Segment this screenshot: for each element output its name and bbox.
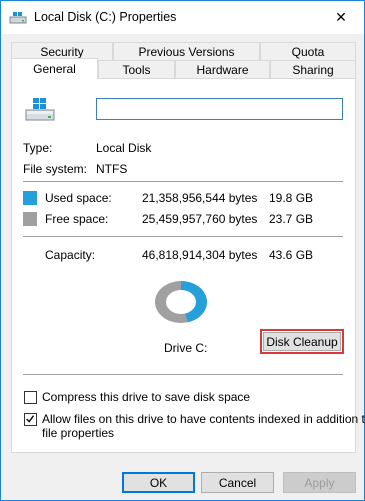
free-space-swatch <box>23 212 37 226</box>
drive-name-input[interactable] <box>96 98 343 120</box>
type-label: Type: <box>23 141 53 155</box>
disk-cleanup-button[interactable]: Disk Cleanup <box>260 329 344 354</box>
free-space-gb: 23.7 GB <box>269 212 314 226</box>
index-checkbox[interactable] <box>24 413 37 426</box>
capacity-bytes: 46,818,914,304 bytes <box>142 248 258 262</box>
used-space-bytes: 21,358,956,544 bytes <box>142 191 258 205</box>
index-label-line1: Allow files on this drive to have conten… <box>42 412 365 426</box>
window-title: Local Disk (C:) Properties <box>34 10 177 24</box>
file-system-label: File system: <box>23 162 88 176</box>
free-space-bytes: 25,459,957,760 bytes <box>142 212 258 226</box>
tab-sharing[interactable]: Sharing <box>270 60 356 79</box>
divider <box>23 181 343 182</box>
donut-hole <box>166 290 196 314</box>
checkmark-icon <box>26 415 35 423</box>
tab-hardware[interactable]: Hardware <box>175 60 270 79</box>
tab-previous-versions[interactable]: Previous Versions <box>113 42 260 61</box>
capacity-gb: 43.6 GB <box>269 248 314 262</box>
divider <box>23 374 343 375</box>
drive-icon <box>9 12 27 24</box>
apply-button[interactable]: Apply <box>283 472 356 493</box>
tab-row-front: General Tools Hardware Sharing <box>11 58 356 79</box>
compress-checkbox[interactable] <box>24 391 37 404</box>
capacity-label: Capacity: <box>45 248 96 262</box>
local-disk-icon <box>25 98 55 121</box>
divider <box>23 236 343 237</box>
properties-window: Local Disk (C:) Properties ✕ Security Pr… <box>0 0 365 501</box>
index-label-line2: file properties <box>42 426 115 440</box>
tab-tools[interactable]: Tools <box>98 60 175 79</box>
close-icon: ✕ <box>335 9 347 25</box>
free-space-label: Free space: <box>45 212 109 226</box>
used-space-swatch <box>23 191 37 205</box>
used-space-label: Used space: <box>45 191 112 205</box>
close-button[interactable]: ✕ <box>318 1 364 34</box>
type-value: Local Disk <box>96 141 152 155</box>
cancel-button[interactable]: Cancel <box>201 472 274 493</box>
used-space-gb: 19.8 GB <box>269 191 314 205</box>
tab-general[interactable]: General <box>11 58 98 79</box>
title-bar[interactable]: Local Disk (C:) Properties ✕ <box>1 1 364 34</box>
file-system-value: NTFS <box>96 162 128 176</box>
drive-label: Drive C: <box>164 341 208 355</box>
tab-quota[interactable]: Quota <box>260 42 356 61</box>
disk-usage-donut <box>155 281 207 323</box>
ok-button[interactable]: OK <box>122 472 195 493</box>
compress-label: Compress this drive to save disk space <box>42 390 251 404</box>
